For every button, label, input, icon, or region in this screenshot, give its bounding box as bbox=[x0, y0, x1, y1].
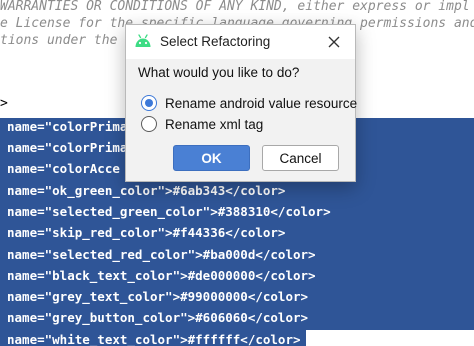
code-line: > bbox=[0, 96, 8, 111]
code-line: name="skip_red_color">#f44336</color> bbox=[7, 225, 286, 240]
code-line: name="grey_button_color">#606060</color> bbox=[7, 310, 309, 325]
select-refactoring-dialog: Select Refactoring What would you like t… bbox=[125, 24, 357, 182]
code-line: name="white_text_color">#ffffff</color> bbox=[7, 332, 301, 346]
radio-label: Rename xml tag bbox=[165, 116, 264, 132]
dialog-question: What would you like to do? bbox=[138, 65, 300, 80]
code-line: name="black_text_color">#de000000</color… bbox=[7, 268, 316, 283]
close-icon bbox=[328, 36, 340, 48]
dialog-title: Select Refactoring bbox=[160, 34, 271, 49]
radio-label: Rename android value resource bbox=[165, 95, 358, 111]
code-line: name="grey_text_color">#99000000</color> bbox=[7, 289, 309, 304]
ok-button[interactable]: OK bbox=[173, 145, 250, 171]
cancel-button[interactable]: Cancel bbox=[262, 145, 339, 171]
code-line: name="colorAcce bbox=[7, 161, 120, 176]
dialog-titlebar[interactable]: Select Refactoring bbox=[126, 25, 355, 59]
option-rename-android-value-resource[interactable]: Rename android value resource bbox=[141, 94, 357, 112]
code-line: name="colorPrima bbox=[7, 140, 128, 155]
radio-button-selected[interactable] bbox=[141, 95, 157, 111]
license-comment-line: tions under the L bbox=[0, 33, 134, 48]
unselected-area bbox=[306, 330, 474, 346]
code-line: name="selected_red_color">#ba000d</color… bbox=[7, 247, 316, 262]
code-line: name="selected_green_color">#388310</col… bbox=[7, 204, 331, 219]
close-button[interactable] bbox=[323, 31, 345, 53]
radio-button[interactable] bbox=[141, 116, 157, 132]
android-icon bbox=[135, 34, 151, 47]
code-line: name="ok_green_color">#6ab343</color> bbox=[7, 183, 286, 198]
option-rename-xml-tag[interactable]: Rename xml tag bbox=[141, 115, 263, 133]
code-line: name="colorPrima bbox=[7, 119, 128, 134]
